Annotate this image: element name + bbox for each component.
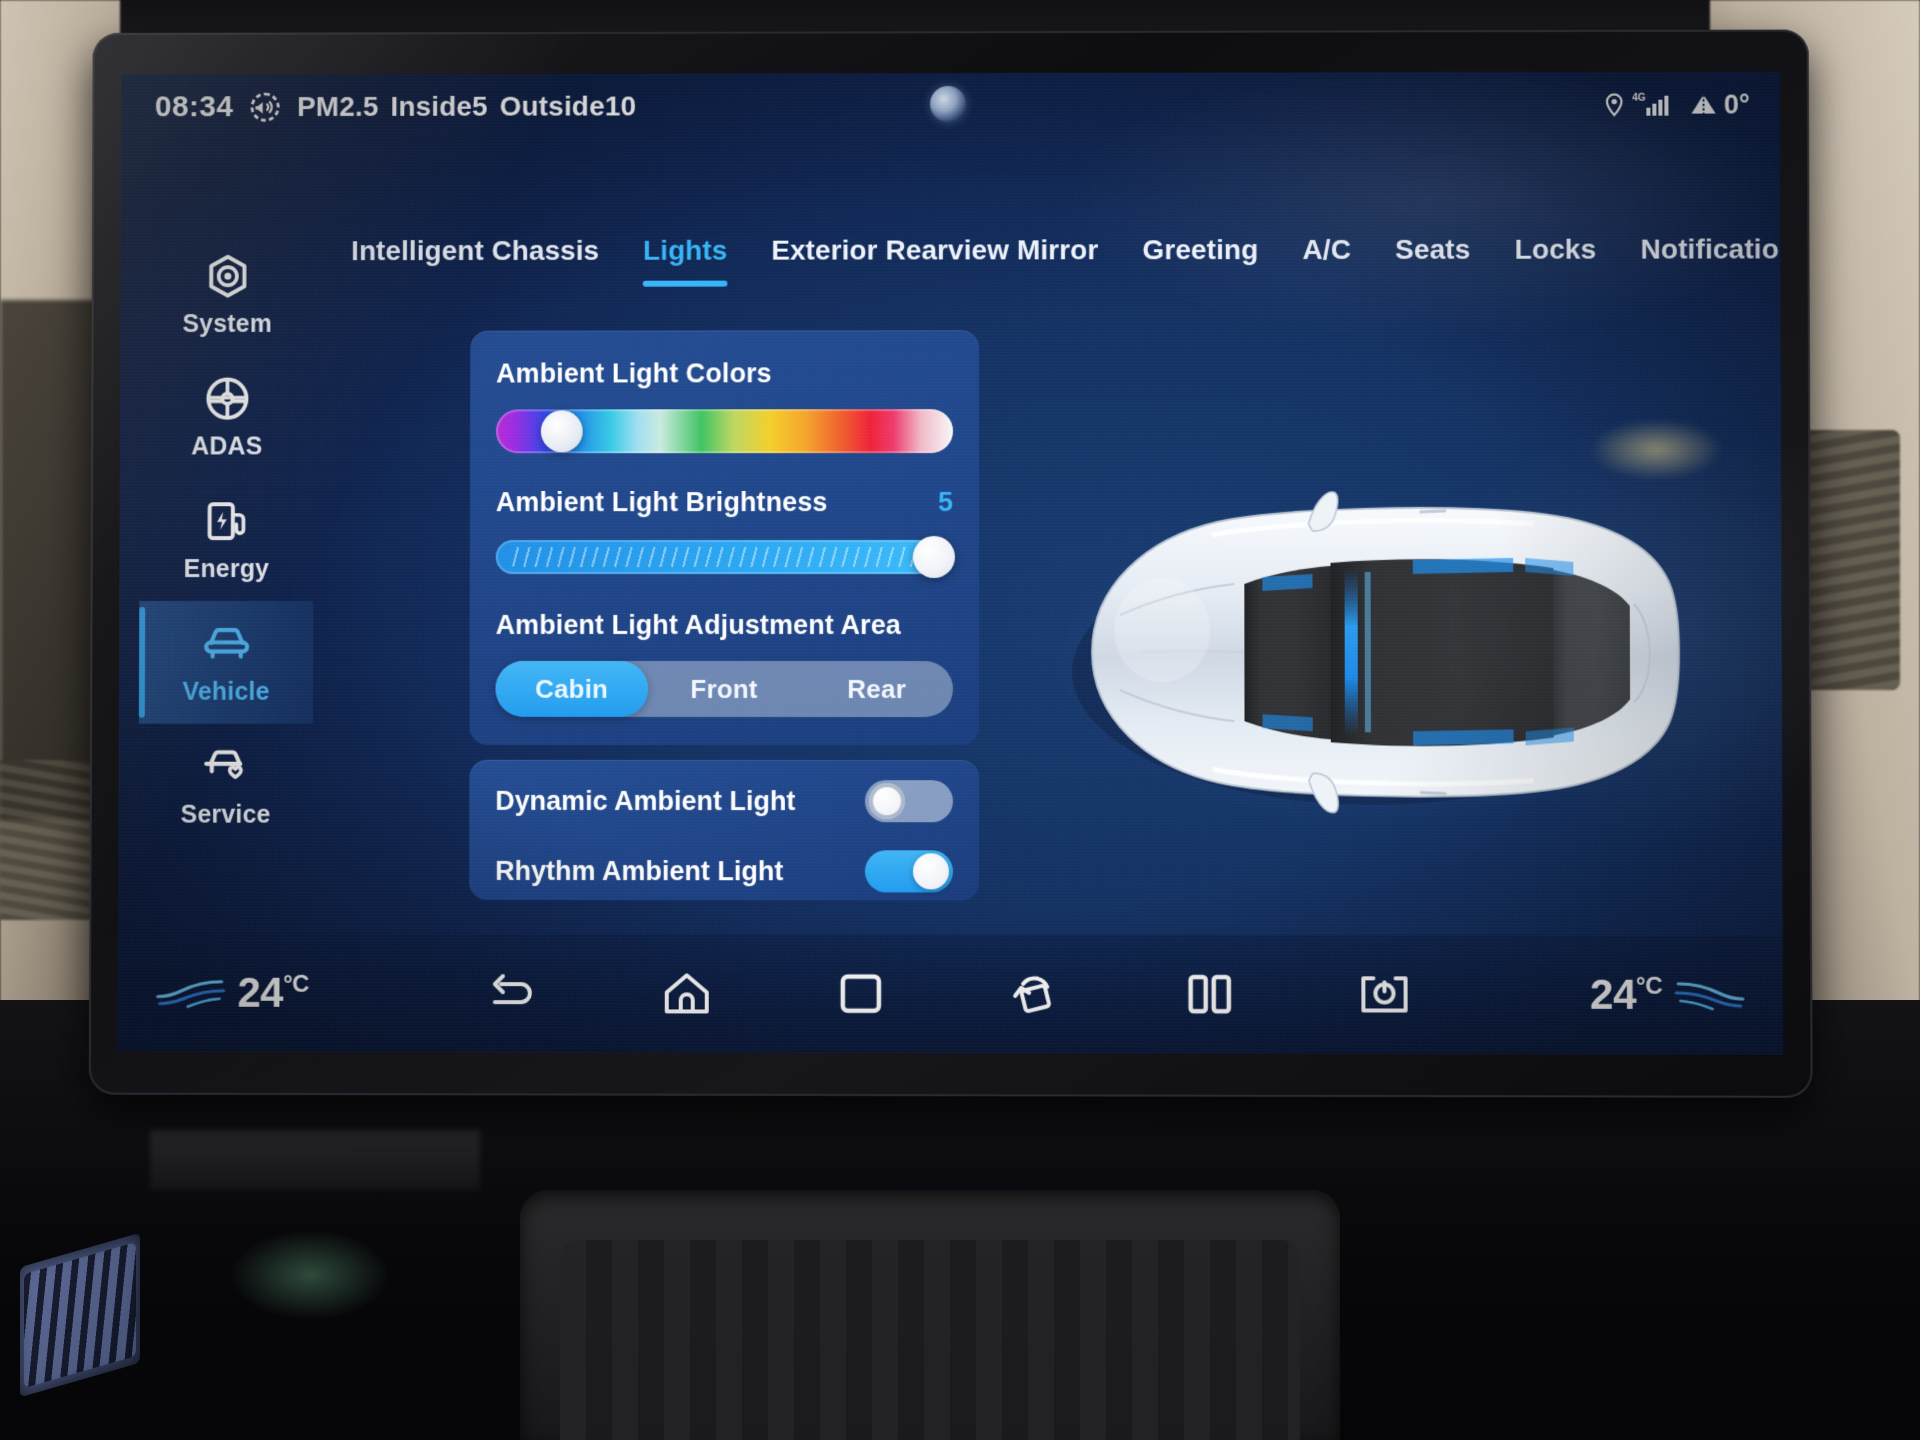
sidebar-item-label: Service bbox=[180, 800, 271, 829]
outside-value: 10 bbox=[604, 90, 637, 122]
screen-rotate-icon bbox=[1009, 969, 1061, 1019]
tab-greeting[interactable]: Greeting bbox=[1120, 224, 1280, 276]
ambient-colors-title: Ambient Light Colors bbox=[496, 358, 772, 389]
vehicle-top-view-svg bbox=[1072, 372, 1736, 934]
dynamic-ambient-light-label: Dynamic Ambient Light bbox=[495, 785, 796, 816]
dynamic-ambient-light-toggle[interactable] bbox=[864, 780, 954, 823]
ambient-brightness-slider-thumb[interactable] bbox=[913, 536, 956, 579]
primary-sidebar: System ADAS Energy Vehicle Service bbox=[138, 233, 314, 846]
screen-off-button[interactable] bbox=[1356, 966, 1412, 1022]
status-bar-left: 08:34 PM2.5 Inside5 Outside10 bbox=[155, 89, 636, 126]
driver-temperature-value: 24°C bbox=[237, 968, 310, 1016]
segment-option-cabin[interactable]: Cabin bbox=[495, 660, 648, 717]
air-quality-readout: PM2.5 Inside5 Outside10 bbox=[297, 91, 636, 123]
back-icon bbox=[487, 970, 539, 1016]
heading-value: 0° bbox=[1723, 89, 1750, 120]
back-button[interactable] bbox=[485, 965, 541, 1021]
tab-notifications[interactable]: Notifications bbox=[1618, 223, 1783, 275]
home-icon bbox=[662, 969, 712, 1017]
inside-label: Inside bbox=[390, 90, 473, 122]
rhythm-ambient-light-row[interactable]: Rhythm Ambient Light bbox=[495, 836, 954, 907]
sidebar-item-label: Energy bbox=[183, 554, 270, 583]
ambient-colors-header: Ambient Light Colors bbox=[496, 358, 953, 389]
infotainment-display-bezel: 08:34 PM2.5 Inside5 Outside10 4G 0° Syst… bbox=[88, 29, 1813, 1098]
rhythm-ambient-light-label: Rhythm Ambient Light bbox=[495, 855, 784, 886]
ambient-color-slider-thumb[interactable] bbox=[541, 410, 584, 453]
infotainment-screen: 08:34 PM2.5 Inside5 Outside10 4G 0° Syst… bbox=[117, 71, 1784, 1055]
signal-bars-icon: 4G bbox=[1632, 91, 1672, 119]
status-clock: 08:34 bbox=[154, 90, 234, 124]
sidebar-item-vehicle[interactable]: Vehicle bbox=[138, 600, 314, 724]
adjustment-area-title: Ambient Light Adjustment Area bbox=[495, 609, 901, 641]
home-button[interactable] bbox=[659, 965, 715, 1021]
ambient-light-toggles-card: Dynamic Ambient Light Rhythm Ambient Lig… bbox=[469, 759, 980, 901]
sidebar-item-service[interactable]: Service bbox=[138, 724, 313, 847]
sidebar-item-energy[interactable]: Energy bbox=[139, 478, 313, 601]
toggle-knob bbox=[912, 853, 950, 890]
network-status[interactable]: 4G bbox=[1601, 91, 1672, 119]
ambient-brightness-title: Ambient Light Brightness bbox=[495, 487, 828, 518]
sidebar-item-label: Vehicle bbox=[182, 677, 270, 706]
tab-ac[interactable]: A/C bbox=[1280, 224, 1373, 276]
tab-lights[interactable]: Lights bbox=[621, 225, 749, 277]
passenger-temperature-control[interactable]: 24°C bbox=[1590, 971, 1747, 1020]
navigation-buttons bbox=[485, 965, 1413, 1023]
location-pin-icon bbox=[1601, 92, 1627, 118]
vehicle-top-view-preview bbox=[1012, 372, 1736, 934]
recents-icon bbox=[838, 971, 884, 1017]
console-sill bbox=[150, 1130, 480, 1190]
ambient-brightness-ticks bbox=[505, 547, 936, 568]
system-navigation-bar: 24°C 24°C bbox=[117, 933, 1784, 1055]
passenger-temperature-value: 24°C bbox=[1589, 970, 1663, 1018]
split-screen-icon bbox=[1186, 971, 1234, 1017]
ambient-brightness-header: Ambient Light Brightness 5 bbox=[496, 487, 953, 518]
car-heart-icon bbox=[199, 741, 253, 791]
outside-label: Outside bbox=[499, 90, 605, 122]
car-front-icon bbox=[199, 618, 253, 668]
svg-text:4G: 4G bbox=[1632, 93, 1646, 104]
segment-option-rear[interactable]: Rear bbox=[800, 661, 953, 717]
adjustment-area-header: Ambient Light Adjustment Area bbox=[496, 610, 953, 641]
recents-button[interactable] bbox=[833, 966, 889, 1022]
front-camera-icon bbox=[930, 85, 966, 122]
center-console-tray-mat bbox=[560, 1240, 1300, 1440]
tab-seats[interactable]: Seats bbox=[1373, 224, 1493, 276]
airflow-wave-icon bbox=[1672, 975, 1747, 1015]
sidebar-item-system[interactable]: System bbox=[140, 233, 314, 356]
ambient-brightness-slider[interactable] bbox=[495, 536, 956, 579]
status-bar-right: 4G 0° bbox=[1601, 89, 1750, 120]
heading-status: 0° bbox=[1689, 89, 1750, 120]
segment-option-front[interactable]: Front bbox=[648, 661, 801, 717]
settings-tabbar: Intelligent Chassis Lights Exterior Rear… bbox=[329, 223, 1783, 303]
driver-temperature-control[interactable]: 24°C bbox=[154, 969, 309, 1017]
tab-locks[interactable]: Locks bbox=[1492, 224, 1618, 276]
toggle-knob bbox=[868, 783, 905, 820]
pm25-label: PM2.5 bbox=[297, 91, 379, 122]
steering-wheel-icon bbox=[202, 373, 252, 423]
airflow-wave-icon bbox=[154, 973, 228, 1013]
sidebar-item-adas[interactable]: ADAS bbox=[140, 356, 314, 479]
screen-rotate-button[interactable] bbox=[1007, 966, 1063, 1022]
dynamic-ambient-light-row[interactable]: Dynamic Ambient Light bbox=[495, 766, 954, 836]
photo-scene: 08:34 PM2.5 Inside5 Outside10 4G 0° Syst… bbox=[0, 0, 1920, 1440]
screen-off-icon bbox=[1357, 970, 1411, 1018]
tab-intelligent-chassis[interactable]: Intelligent Chassis bbox=[329, 225, 621, 277]
split-screen-button[interactable] bbox=[1182, 966, 1238, 1022]
status-bar: 08:34 PM2.5 Inside5 Outside10 4G 0° bbox=[121, 72, 1780, 141]
ambient-color-slider[interactable] bbox=[495, 409, 953, 454]
air-quality-icon bbox=[247, 89, 283, 125]
sidebar-item-label: System bbox=[182, 309, 273, 338]
charging-station-icon bbox=[202, 496, 252, 546]
tab-exterior-rearview-mirror[interactable]: Exterior Rearview Mirror bbox=[749, 224, 1120, 276]
system-hex-icon bbox=[202, 251, 252, 301]
rhythm-ambient-light-toggle[interactable] bbox=[864, 850, 954, 893]
sidebar-item-label: ADAS bbox=[191, 431, 263, 460]
compass-cone-icon bbox=[1689, 91, 1719, 119]
footwell-ambient-glow bbox=[230, 1230, 390, 1320]
inside-value: 5 bbox=[472, 90, 488, 122]
ambient-brightness-value: 5 bbox=[937, 487, 953, 518]
ambient-light-settings-card: Ambient Light Colors Ambient Light Brigh… bbox=[469, 330, 980, 746]
adjustment-area-segmented-control: Cabin Front Rear bbox=[495, 660, 954, 718]
